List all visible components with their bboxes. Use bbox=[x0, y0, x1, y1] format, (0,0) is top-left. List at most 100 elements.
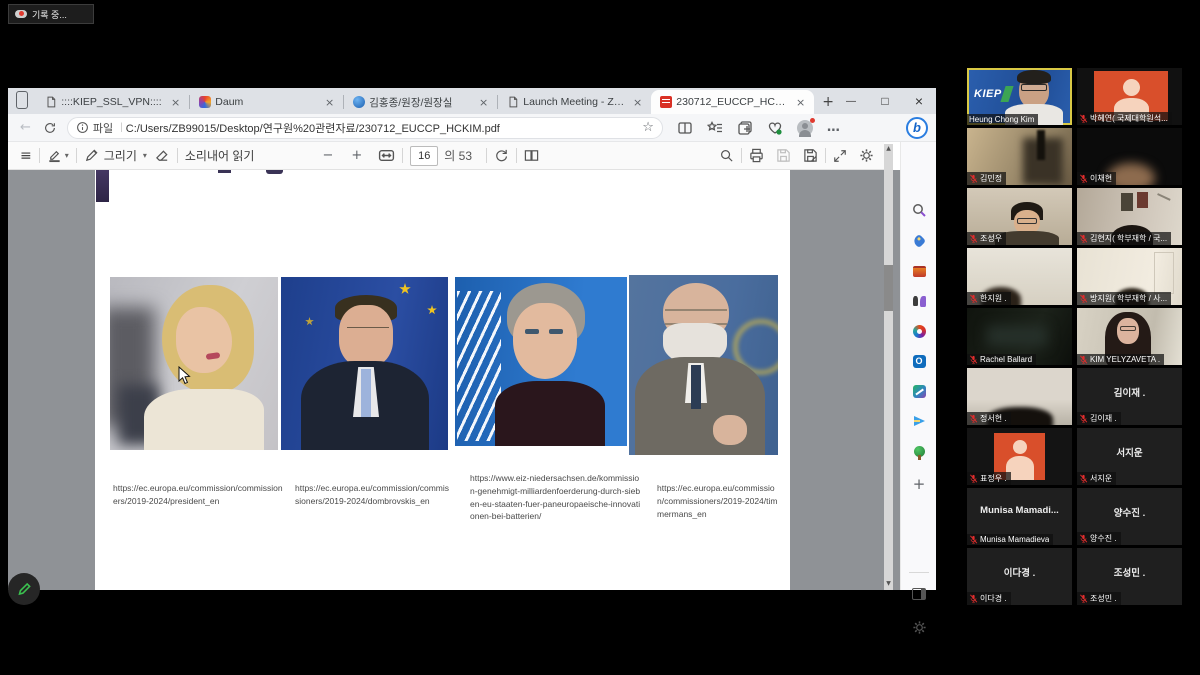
recording-label: 기록 중... bbox=[32, 8, 67, 21]
pdf-scrollbar-thumb[interactable] bbox=[884, 265, 893, 311]
eraser-icon[interactable] bbox=[155, 148, 170, 163]
page-icon bbox=[507, 96, 519, 108]
participant-tile[interactable]: 한지원 . bbox=[967, 248, 1072, 305]
sidebar-search-icon[interactable] bbox=[911, 202, 927, 218]
participant-tile[interactable]: 방지원( 학부재학 / 사... bbox=[1077, 248, 1182, 305]
pdf-toc-icon[interactable]: ≡ bbox=[20, 148, 32, 164]
rotate-icon[interactable] bbox=[494, 148, 509, 163]
sidebar-outlook-icon[interactable]: O bbox=[911, 353, 927, 369]
tab-daum[interactable]: Daum × bbox=[190, 90, 343, 114]
sidebar-microsoft365-icon[interactable] bbox=[911, 323, 927, 339]
participant-name: 한지원 . bbox=[980, 293, 1007, 304]
participant-tile[interactable]: 서지운 서지운 bbox=[1077, 428, 1182, 485]
participant-tile[interactable]: 이다경 . 이다경 . bbox=[967, 548, 1072, 605]
zoom-out-icon[interactable]: − bbox=[322, 148, 333, 163]
tab-close-icon[interactable]: × bbox=[168, 96, 183, 109]
participant-tile[interactable]: KIM YELYZAVETA . bbox=[1077, 308, 1182, 365]
favorites-icon[interactable] bbox=[707, 120, 723, 136]
tab-wonjang[interactable]: 김홍종/원장/원장실 × bbox=[344, 90, 497, 114]
participant-tile[interactable]: 김이재 . 김이재 . bbox=[1077, 368, 1182, 425]
participant-tile[interactable]: 조성우 bbox=[967, 188, 1072, 245]
scroll-up-icon[interactable]: ▲ bbox=[884, 145, 893, 153]
window-controls: — □ × bbox=[834, 88, 936, 114]
participant-tile-active-speaker[interactable]: KIEP Heung Chong Kim bbox=[967, 68, 1072, 125]
pdf-search-icon[interactable] bbox=[719, 148, 734, 163]
info-icon[interactable] bbox=[76, 121, 89, 134]
fullscreen-icon[interactable] bbox=[833, 149, 847, 163]
sidebar-toolbox-icon[interactable] bbox=[911, 263, 927, 279]
slide-title-bar bbox=[96, 170, 109, 202]
page-view-icon[interactable] bbox=[524, 148, 539, 163]
page-total-label: 의 53 bbox=[444, 147, 472, 164]
participant-tile[interactable]: 조성민 . 조성민 . bbox=[1077, 548, 1182, 605]
sidebar-designer-icon[interactable] bbox=[911, 383, 927, 399]
tab-zoom-meeting[interactable]: Launch Meeting - Zoom × bbox=[498, 90, 651, 114]
participant-tile[interactable]: Munisa Mamadi... Munisa Mamadieva bbox=[967, 488, 1072, 545]
refresh-icon[interactable] bbox=[43, 121, 57, 135]
minimize-button[interactable]: — bbox=[834, 88, 868, 114]
close-button[interactable]: × bbox=[902, 88, 936, 114]
zoom-in-icon[interactable]: + bbox=[351, 148, 362, 163]
sidebar-add-icon[interactable]: + bbox=[911, 476, 927, 492]
read-aloud-button[interactable]: 소리내어 읽기 bbox=[185, 147, 255, 164]
sidebar-drop-icon[interactable] bbox=[911, 413, 927, 429]
sidebar-tree-icon[interactable] bbox=[911, 443, 927, 459]
tab-pdf-active[interactable]: 230712_EUCCP_HCKIM.pd × bbox=[651, 90, 814, 114]
participant-name: 김현지( 학부재학 / 국... bbox=[1090, 233, 1167, 244]
tab-close-icon[interactable]: × bbox=[630, 96, 645, 109]
participant-tile[interactable]: Rachel Ballard bbox=[967, 308, 1072, 365]
split-screen-icon[interactable] bbox=[677, 120, 693, 136]
new-tab-button[interactable]: + bbox=[822, 94, 834, 110]
photo-dombrovskis bbox=[281, 277, 448, 450]
scroll-down-icon[interactable]: ▼ bbox=[884, 580, 893, 588]
more-menu-icon[interactable]: … bbox=[827, 120, 840, 135]
tab-kiep-vpn[interactable]: ::::KIEP_SSL_VPN:::: × bbox=[36, 90, 189, 114]
participant-tile[interactable]: 표정우 . bbox=[967, 428, 1072, 485]
participant-name: Munisa Mamadieva bbox=[980, 535, 1049, 544]
draw-pen-icon[interactable] bbox=[84, 148, 99, 163]
fit-width-icon[interactable] bbox=[378, 147, 395, 164]
highlighter-icon[interactable] bbox=[47, 148, 62, 163]
collections-icon[interactable] bbox=[737, 120, 753, 136]
participant-tile[interactable]: 김현지( 학부재학 / 국... bbox=[1077, 188, 1182, 245]
bing-chat-icon[interactable]: b bbox=[906, 117, 928, 139]
photo-vestager bbox=[455, 277, 627, 446]
participant-name: 표정우 . bbox=[980, 473, 1007, 484]
tab-close-icon[interactable]: × bbox=[793, 96, 808, 109]
tab-close-icon[interactable]: × bbox=[322, 96, 337, 109]
draw-label[interactable]: 그리기 bbox=[104, 147, 137, 164]
participant-tile[interactable]: 김민정 bbox=[967, 128, 1072, 185]
participant-name: 이다경 . bbox=[980, 593, 1007, 604]
sidebar-panel-icon[interactable] bbox=[911, 586, 927, 602]
sidebar-shopping-icon[interactable] bbox=[911, 233, 927, 249]
bookmark-star-icon[interactable]: ☆ bbox=[642, 120, 654, 135]
mic-off-icon bbox=[1079, 355, 1088, 364]
print-icon[interactable] bbox=[749, 148, 764, 163]
tab-actions-icon[interactable] bbox=[16, 91, 28, 109]
participant-tile[interactable]: 이채현 bbox=[1077, 128, 1182, 185]
sidebar-games-icon[interactable] bbox=[911, 293, 927, 309]
tab-close-icon[interactable]: × bbox=[476, 96, 491, 109]
back-icon[interactable]: ← bbox=[20, 120, 31, 135]
url-field[interactable]: 파일 | C:/Users/ZB99015/Desktop/연구원%20관련자료… bbox=[67, 117, 663, 139]
zoom-participants-panel: KIEP Heung Chong Kim 박혜연( 국제대학원석... 김민정 … bbox=[967, 68, 1182, 605]
mic-off-icon bbox=[969, 414, 978, 423]
sidebar-settings-gear-icon[interactable] bbox=[911, 619, 927, 635]
browser-essentials-icon[interactable] bbox=[767, 120, 783, 136]
pdf-settings-gear-icon[interactable] bbox=[859, 148, 874, 163]
participant-tile[interactable]: 박혜연( 국제대학원석... bbox=[1077, 68, 1182, 125]
annotate-pencil-button[interactable] bbox=[8, 573, 40, 605]
highlighter-chevron-icon[interactable]: ▾ bbox=[65, 151, 69, 160]
participant-tile[interactable]: 정서현 . bbox=[967, 368, 1072, 425]
page-number-input[interactable]: 16 bbox=[410, 146, 438, 166]
save-as-icon[interactable] bbox=[803, 148, 818, 163]
sidebar-divider bbox=[909, 572, 929, 573]
draw-chevron-icon[interactable]: ▾ bbox=[143, 151, 147, 160]
slide-title-remnant bbox=[218, 170, 231, 173]
pdf-scrollbar-track[interactable] bbox=[884, 144, 893, 590]
participant-tile[interactable]: 양수진 . 양수진 . bbox=[1077, 488, 1182, 545]
profile-avatar[interactable] bbox=[797, 120, 813, 136]
pdf-viewport[interactable]: https://ec.europa.eu/commission/commissi… bbox=[8, 170, 900, 590]
maximize-button[interactable]: □ bbox=[868, 88, 902, 114]
mic-off-icon bbox=[1079, 114, 1088, 123]
